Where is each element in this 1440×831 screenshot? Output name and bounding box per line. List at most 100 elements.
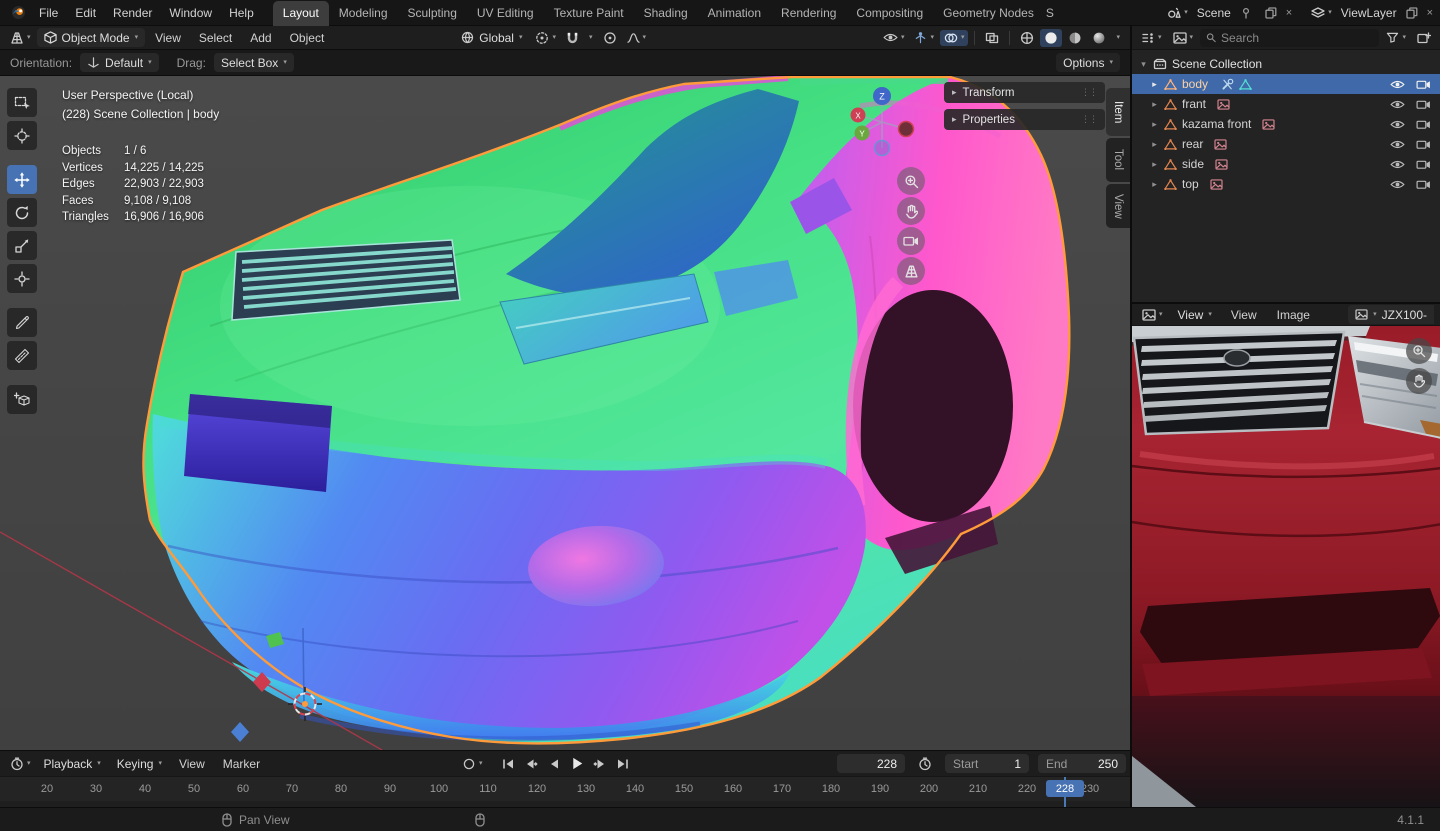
hide-eye-icon[interactable] [1390,99,1405,110]
outliner-row-top[interactable]: ▸ top [1132,174,1440,194]
outliner-row-kazama-front[interactable]: ▸ kazama front [1132,114,1440,134]
proportional-falloff-button[interactable]: ▾ [623,30,651,46]
workspace-tab-shading[interactable]: Shading [634,1,698,26]
current-frame-field[interactable]: 228 [837,754,905,773]
outliner-row-rear[interactable]: ▸ rear [1132,134,1440,154]
outliner-row-side[interactable]: ▸ side [1132,154,1440,174]
hide-eye-icon[interactable] [1390,159,1405,170]
previous-keyframe-button[interactable] [521,755,541,773]
annotate-tool-icon[interactable] [7,308,37,337]
sidebar-tab-item[interactable]: Item [1106,88,1130,136]
shading-settings-button[interactable]: ▾ [1112,32,1124,43]
snap-toggle-magnet-icon[interactable] [562,29,583,46]
editor-type-button[interactable]: ▾ [6,29,35,47]
workspace-tab-modeling[interactable]: Modeling [329,1,398,26]
image-texture-icon[interactable] [1210,179,1223,190]
view-layer-icon[interactable]: ▾ [1307,5,1336,21]
navigation-gizmo[interactable]: Z X Y [845,85,919,159]
mesh-data-icon[interactable] [1239,79,1252,90]
menu-add[interactable]: Add [242,29,279,47]
gizmo-z-negative[interactable] [873,139,891,157]
image-texture-icon[interactable] [1214,139,1227,150]
stopwatch-icon[interactable] [914,755,936,773]
close-icon[interactable]: × [1286,7,1292,19]
filter-button[interactable]: ▾ [1382,30,1410,45]
workspace-tab-scripting[interactable]: S [1044,1,1058,26]
scene-name[interactable]: Scene [1197,6,1231,20]
shading-material-icon[interactable] [1064,29,1086,47]
measure-tool-icon[interactable] [7,341,37,370]
workspace-tab-sculpting[interactable]: Sculpting [398,1,467,26]
workspace-tab-animation[interactable]: Animation [698,1,771,26]
menu-render[interactable]: Render [105,4,160,22]
modifier-wrench-icon[interactable] [1221,78,1234,91]
transform-tool-icon[interactable] [7,264,37,293]
zoom-button[interactable] [897,167,925,195]
view-layer-name[interactable]: ViewLayer [1341,6,1397,20]
disable-render-camera-icon[interactable] [1416,119,1431,130]
image-view-menu[interactable]: View [1223,306,1265,324]
disable-render-camera-icon[interactable] [1416,79,1431,90]
shading-wireframe-icon[interactable] [1016,29,1038,47]
jump-to-start-button[interactable] [498,755,518,773]
image-datablock-selector[interactable]: ▾ JZX100- [1348,305,1434,324]
shading-rendered-icon[interactable] [1088,29,1110,47]
disable-render-camera-icon[interactable] [1416,139,1431,150]
image-image-menu[interactable]: Image [1269,306,1318,324]
menu-select[interactable]: Select [191,29,240,47]
workspace-tab-layout[interactable]: Layout [272,0,329,26]
next-keyframe-button[interactable] [590,755,610,773]
rotate-tool-icon[interactable] [7,198,37,227]
mode-selector[interactable]: Object Mode ▾ [36,28,146,47]
auto-keying-button[interactable]: ▾ [458,755,487,773]
timeline-view-menu[interactable]: View [171,755,213,773]
outliner-editor-type-button[interactable]: ▾ [1137,30,1166,46]
image-editor-type-button[interactable]: ▾ [1138,307,1167,323]
overlays-button[interactable]: ▾ [939,29,969,46]
timeline-ruler[interactable]: 20 30 40 50 60 70 80 90 100 110 120 130 … [0,776,1130,809]
camera-view-button[interactable] [897,227,925,255]
outliner-row-frant[interactable]: ▸ frant [1132,94,1440,114]
new-view-layer-icon[interactable] [1402,5,1422,21]
sidebar-tab-view[interactable]: View [1106,184,1130,228]
start-frame-field[interactable]: Start 1 [945,754,1029,773]
blender-logo-icon[interactable] [7,3,30,22]
search-input[interactable] [1221,30,1374,45]
snap-settings-button[interactable]: ▾ [585,32,597,43]
scene-browse-button[interactable]: ▾ [1163,5,1192,21]
outliner-row-scene-collection[interactable]: ▾ Scene Collection [1132,54,1440,74]
image-mode-dropdown[interactable]: View ▾ [1171,305,1219,324]
menu-help[interactable]: Help [221,4,262,22]
hide-eye-icon[interactable] [1390,79,1405,90]
hide-eye-icon[interactable] [1390,119,1405,130]
jump-to-end-button[interactable] [613,755,633,773]
sidebar-tab-tool[interactable]: Tool [1106,138,1130,182]
hide-eye-icon[interactable] [1390,139,1405,150]
proportional-editing-icon[interactable] [599,29,621,47]
new-scene-icon[interactable] [1261,5,1281,21]
pin-icon[interactable] [1236,5,1256,21]
disable-render-camera-icon[interactable] [1416,179,1431,190]
menu-edit[interactable]: Edit [67,4,104,22]
move-tool-icon[interactable] [7,165,37,194]
perspective-toggle-button[interactable] [897,257,925,285]
pivot-point-button[interactable]: ▾ [531,29,560,47]
timeline-marker-menu[interactable]: Marker [215,755,268,773]
pan-hand-button[interactable] [1406,368,1432,394]
image-texture-icon[interactable] [1262,119,1275,130]
menu-file[interactable]: File [31,4,66,22]
playback-menu[interactable]: Playback ▾ [37,754,108,773]
add-cube-tool-icon[interactable] [7,385,37,414]
workspace-tab-rendering[interactable]: Rendering [771,1,846,26]
workspace-tab-texture-paint[interactable]: Texture Paint [544,1,634,26]
end-frame-field[interactable]: End 250 [1038,754,1126,773]
drag-grip-icon[interactable]: ⋮⋮ [1081,87,1098,98]
zoom-button[interactable] [1406,338,1432,364]
select-box-tool-icon[interactable] [7,88,37,117]
cursor-tool-icon[interactable] [7,121,37,150]
workspace-tab-geometry-nodes[interactable]: Geometry Nodes [933,1,1044,26]
menu-window[interactable]: Window [161,4,220,22]
scale-tool-icon[interactable] [7,231,37,260]
timeline-editor-type-button[interactable]: ▾ [6,755,35,773]
properties-panel-header[interactable]: ▸ Properties ⋮⋮ [944,109,1105,130]
